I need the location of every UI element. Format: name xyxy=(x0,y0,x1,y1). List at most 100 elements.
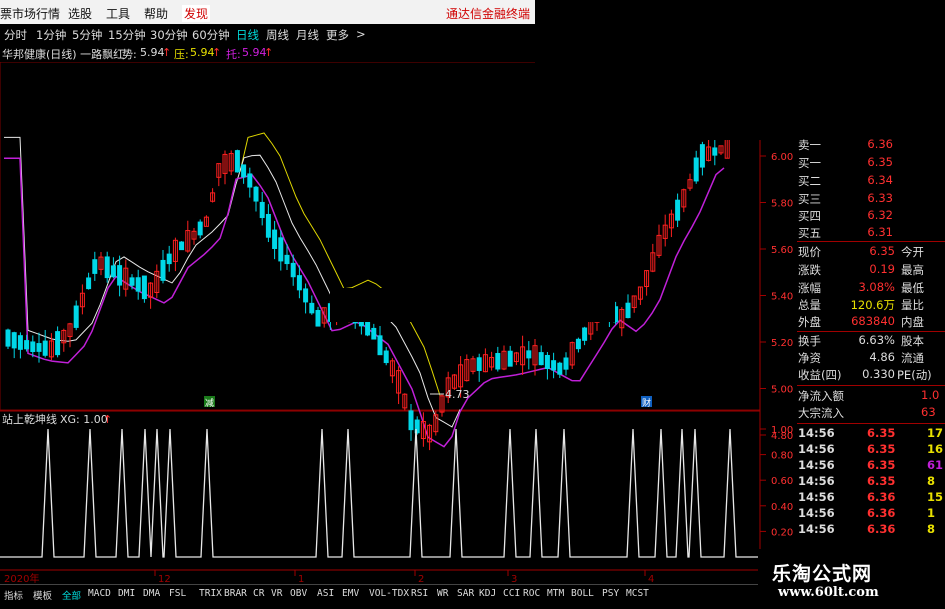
tab-dmi[interactable]: DMI xyxy=(118,588,135,599)
logo-title: 乐淘公式网 xyxy=(772,563,873,585)
shi-value: 5.94 xyxy=(140,46,165,59)
price-tick-label: 5.20 xyxy=(771,338,793,349)
ya-label: 压: xyxy=(174,48,189,61)
candle-body xyxy=(544,354,550,369)
period-next-arrow[interactable]: > xyxy=(356,27,366,41)
candle-body xyxy=(290,262,296,278)
candle-body xyxy=(507,350,513,367)
redacted-area-mid xyxy=(330,288,615,322)
tick-row: 14:56 6.36 15 xyxy=(798,490,944,504)
menu-tools[interactable]: 工具 xyxy=(106,5,130,22)
candle-body xyxy=(104,256,110,279)
candle-body xyxy=(30,341,36,353)
candle-body xyxy=(272,229,278,249)
tab-sar[interactable]: SAR xyxy=(457,588,474,599)
price-tick-label: 6.00 xyxy=(771,152,793,163)
flow-row: 大宗流入 63 xyxy=(798,405,936,420)
candle-body xyxy=(17,335,23,350)
period-daily[interactable]: 日线 xyxy=(236,27,259,43)
logo-url: www.60lt.com xyxy=(778,585,879,600)
tab-vol-tdx[interactable]: VOL-TDX xyxy=(369,588,409,599)
flow-row: 净流入额 1.0 xyxy=(798,388,940,403)
indicator-tick-label: 0.40 xyxy=(771,502,793,513)
watermark-logo: 乐淘公式网 www.60lt.com xyxy=(758,549,945,609)
indicator-tick-label: 1.00 xyxy=(771,425,793,436)
period-30min[interactable]: 30分钟 xyxy=(150,27,188,43)
candle-body xyxy=(117,265,123,286)
tab-0[interactable]: 指标 xyxy=(4,588,23,602)
tab-dma[interactable]: DMA xyxy=(143,588,160,599)
tick-row: 14:56 6.36 8 xyxy=(798,522,936,536)
candle-body xyxy=(303,288,309,303)
menu-select-stock[interactable]: 选股 xyxy=(68,5,92,22)
candle-body xyxy=(551,360,557,371)
tab-brar[interactable]: BRAR xyxy=(224,588,247,599)
candle-body xyxy=(197,221,203,236)
period-1min[interactable]: 1分钟 xyxy=(36,27,66,43)
candle-body xyxy=(557,362,563,375)
tab-1[interactable]: 模板 xyxy=(33,588,52,602)
menu-discover[interactable]: 发现 xyxy=(182,5,211,22)
quote-panel: 卖一 6.36 买一 6.35 买二 6.34 买三 6.33 买四 6.32 买五 6.3… xyxy=(797,135,945,575)
indicator-title: 站上乾坤线 xyxy=(2,412,57,426)
candle-body xyxy=(234,150,240,173)
tab-cci[interactable]: CCI xyxy=(503,588,520,599)
low-price-label: 4.73 xyxy=(445,388,470,401)
indicator-tick-label: 0.80 xyxy=(771,451,793,462)
tab-boll[interactable]: BOLL xyxy=(571,588,594,599)
indicator-xg-label: XG: 1.00 xyxy=(60,413,108,426)
period-15min[interactable]: 15分钟 xyxy=(108,27,146,43)
tab-asi[interactable]: ASI xyxy=(317,588,334,599)
tab-rsi[interactable]: RSI xyxy=(411,588,428,599)
period-weekly[interactable]: 周线 xyxy=(266,27,289,43)
shi-label: 势: xyxy=(122,48,137,61)
candle-body xyxy=(253,186,259,202)
candle-body xyxy=(712,147,718,156)
date-label-2020: 2020年 xyxy=(4,572,39,584)
stat-row: 净资 4.86 流通 xyxy=(798,350,924,365)
tab-fsl[interactable]: FSL xyxy=(169,588,186,599)
tab-kdj[interactable]: KDJ xyxy=(479,588,496,599)
tuo-label: 托: xyxy=(226,48,241,61)
candle-body xyxy=(284,254,290,265)
price-tick-label: 5.80 xyxy=(771,199,793,210)
tab-wr[interactable]: WR xyxy=(437,588,448,599)
xg-signal-line xyxy=(0,428,760,558)
ma-yellow-line xyxy=(239,132,441,396)
candle-body xyxy=(699,144,705,168)
quote-row: 买三 6.33 xyxy=(798,191,893,206)
quote-row: 买五 6.31 xyxy=(798,225,893,240)
tab-obv[interactable]: OBV xyxy=(290,588,307,599)
candle-body xyxy=(179,241,185,251)
candle-body xyxy=(563,357,569,370)
candle-body xyxy=(160,259,166,281)
candle-body xyxy=(693,157,699,182)
period-60min[interactable]: 60分钟 xyxy=(192,27,230,43)
kline-chart-area[interactable]: 6.005.805.605.405.205.004.80 4.73 减 财 站上… xyxy=(0,62,797,584)
period-5min[interactable]: 5分钟 xyxy=(72,27,102,43)
period-more[interactable]: 更多 xyxy=(326,27,349,43)
menu-market[interactable]: 票市场行情 xyxy=(0,5,60,22)
candle-body xyxy=(86,277,92,290)
quote-row: 买一 6.35 xyxy=(798,155,893,170)
period-monthly[interactable]: 月线 xyxy=(296,27,319,43)
candle-body xyxy=(265,213,271,238)
candle-body xyxy=(73,305,79,328)
menu-help[interactable]: 帮助 xyxy=(144,5,168,22)
tab-mcst[interactable]: MCST xyxy=(626,588,649,599)
tab-2[interactable]: 全部 xyxy=(62,588,81,602)
price-tick-label: 5.60 xyxy=(771,245,793,256)
tick-row: 14:56 6.35 61 xyxy=(798,458,944,472)
tab-roc[interactable]: ROC xyxy=(523,588,540,599)
price-axis: 6.005.805.605.405.205.004.80 xyxy=(760,152,793,442)
tab-emv[interactable]: EMV xyxy=(342,588,359,599)
tab-cr[interactable]: CR xyxy=(253,588,264,599)
period-timeshare[interactable]: 分时 xyxy=(4,27,27,43)
candle-body xyxy=(36,343,42,352)
tab-trix[interactable]: TRIX xyxy=(199,588,222,599)
candle-body xyxy=(625,302,631,319)
tab-mtm[interactable]: MTM xyxy=(547,588,564,599)
tab-vr[interactable]: VR xyxy=(271,588,282,599)
tab-macd[interactable]: MACD xyxy=(88,588,111,599)
tab-psy[interactable]: PSY xyxy=(602,588,619,599)
